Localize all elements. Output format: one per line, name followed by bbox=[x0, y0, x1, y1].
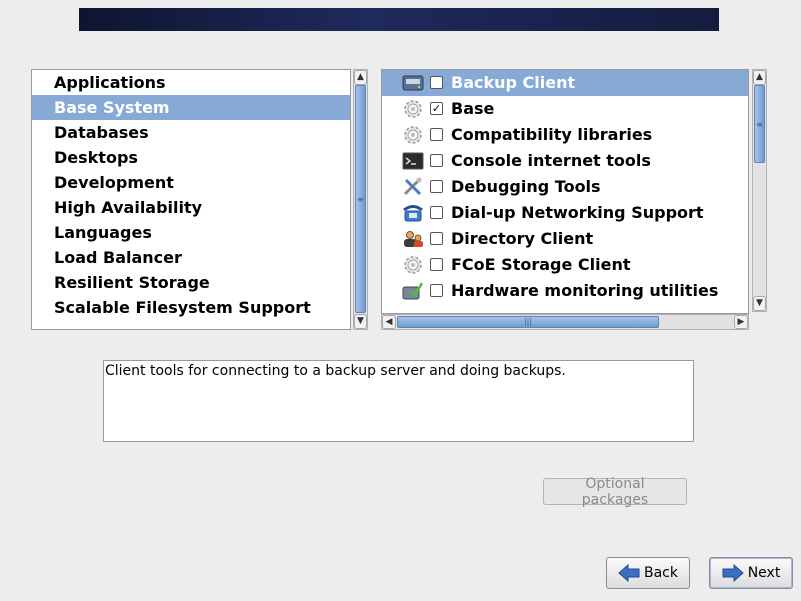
directory-users-icon bbox=[404, 231, 423, 247]
scroll-up-arrow-icon[interactable]: ▲ bbox=[753, 70, 766, 85]
package-checkbox[interactable] bbox=[430, 258, 443, 271]
scrollbar-thumb[interactable]: ≡ bbox=[754, 85, 765, 163]
package-checkbox[interactable] bbox=[430, 128, 443, 141]
scroll-left-arrow-icon[interactable]: ◀ bbox=[382, 315, 396, 329]
gear-icon bbox=[404, 126, 422, 144]
group-item[interactable]: Development bbox=[32, 170, 350, 195]
group-item[interactable]: Load Balancer bbox=[32, 245, 350, 270]
scroll-up-arrow-icon[interactable]: ▲ bbox=[354, 70, 367, 85]
package-row[interactable]: Hardware monitoring utilities bbox=[382, 278, 748, 304]
scroll-right-arrow-icon[interactable]: ▶ bbox=[734, 315, 748, 329]
terminal-icon bbox=[402, 152, 424, 170]
package-label: Console internet tools bbox=[451, 151, 651, 170]
package-row[interactable]: Compatibility libraries bbox=[382, 122, 748, 148]
package-row[interactable]: FCoE Storage Client bbox=[382, 252, 748, 278]
package-checkbox[interactable] bbox=[430, 154, 443, 167]
package-list-hscrollbar[interactable]: ◀ ||| ▶ bbox=[381, 314, 749, 330]
backup-drive-icon bbox=[402, 75, 424, 91]
package-label: Backup Client bbox=[451, 73, 576, 92]
group-item[interactable]: Applications bbox=[32, 70, 350, 95]
package-label: Hardware monitoring utilities bbox=[451, 281, 719, 300]
back-button[interactable]: Back bbox=[606, 557, 690, 589]
hardware-monitor-icon bbox=[402, 282, 424, 300]
package-label: FCoE Storage Client bbox=[451, 255, 631, 274]
back-arrow-icon bbox=[618, 564, 640, 582]
package-label: Dial-up Networking Support bbox=[451, 203, 704, 222]
package-checkbox[interactable] bbox=[430, 232, 443, 245]
group-item[interactable]: High Availability bbox=[32, 195, 350, 220]
group-item[interactable]: Languages bbox=[32, 220, 350, 245]
package-checkbox[interactable] bbox=[430, 180, 443, 193]
gear-icon bbox=[404, 256, 422, 274]
optional-packages-button[interactable]: Optional packages bbox=[543, 476, 687, 508]
group-item[interactable]: Base System bbox=[32, 95, 350, 120]
group-item[interactable]: Databases bbox=[32, 120, 350, 145]
next-button[interactable]: Next bbox=[709, 557, 793, 589]
package-checkbox[interactable] bbox=[430, 76, 443, 89]
package-group-list[interactable]: Applications Base System Databases Desktops… bbox=[31, 69, 351, 330]
scrollbar-thumb[interactable]: ≡ bbox=[355, 85, 366, 313]
package-list[interactable]: Backup Client ✓ Base Compatibility librarie… bbox=[381, 69, 749, 314]
package-row[interactable]: Debugging Tools bbox=[382, 174, 748, 200]
package-row[interactable]: Dial-up Networking Support bbox=[382, 200, 748, 226]
package-row[interactable]: Console internet tools bbox=[382, 148, 748, 174]
next-arrow-icon bbox=[722, 564, 744, 582]
package-label: Directory Client bbox=[451, 229, 594, 248]
next-button-label: Next bbox=[747, 565, 781, 581]
scrollbar-thumb[interactable]: ||| bbox=[397, 316, 659, 328]
scroll-down-arrow-icon[interactable]: ▼ bbox=[354, 314, 367, 329]
group-item[interactable]: Desktops bbox=[32, 145, 350, 170]
group-item[interactable]: Resilient Storage bbox=[32, 270, 350, 295]
package-checkbox[interactable]: ✓ bbox=[430, 102, 443, 115]
package-label: Debugging Tools bbox=[451, 177, 601, 196]
package-row[interactable]: Directory Client bbox=[382, 226, 748, 252]
telephone-icon bbox=[403, 205, 423, 222]
group-description: Client tools for connecting to a backup … bbox=[103, 360, 694, 442]
package-checkbox[interactable] bbox=[430, 284, 443, 297]
package-label: Base bbox=[451, 99, 495, 118]
package-row[interactable]: ✓ Base bbox=[382, 96, 748, 122]
package-label: Compatibility libraries bbox=[451, 125, 653, 144]
gear-icon bbox=[404, 100, 422, 118]
scroll-down-arrow-icon[interactable]: ▼ bbox=[753, 296, 766, 311]
package-row[interactable]: Backup Client bbox=[382, 70, 748, 96]
back-button-label: Back bbox=[644, 565, 678, 581]
group-list-scrollbar[interactable]: ▲ ≡ ▼ bbox=[353, 69, 368, 330]
package-list-scrollbar[interactable]: ▲ ≡ ▼ bbox=[752, 69, 767, 312]
tools-icon bbox=[403, 177, 422, 196]
package-checkbox[interactable] bbox=[430, 206, 443, 219]
header-banner bbox=[79, 8, 719, 31]
group-item[interactable]: Scalable Filesystem Support bbox=[32, 295, 350, 320]
